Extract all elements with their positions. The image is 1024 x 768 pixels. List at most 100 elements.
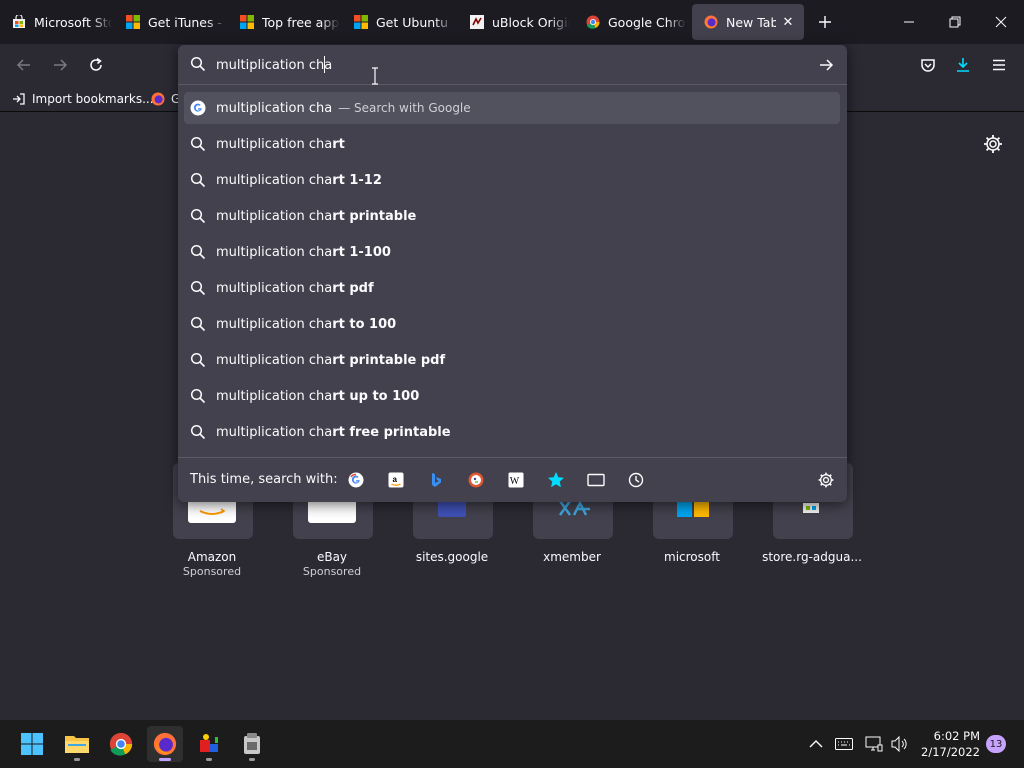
engine-bing-button[interactable] [426, 470, 446, 490]
tab-title: Top free apps [262, 14, 340, 30]
top-site-sponsored: Sponsored [302, 565, 362, 578]
tab-get-ubuntu[interactable]: Get Ubuntu - [342, 0, 454, 44]
chrome-icon [109, 732, 133, 756]
history-icon [628, 472, 644, 488]
close-tab-icon[interactable]: ✕ [780, 14, 796, 30]
taskbar-chrome[interactable] [103, 726, 139, 762]
back-button[interactable] [9, 50, 39, 80]
top-site-sponsored: Sponsored [182, 565, 242, 578]
suggestion-item[interactable]: multiplication cha rt [184, 128, 840, 160]
app-menu-button[interactable] [984, 50, 1014, 80]
history-search-button[interactable] [626, 470, 646, 490]
speaker-icon [891, 736, 907, 752]
suggestion-item[interactable]: multiplication cha rt 1-100 [184, 236, 840, 268]
engine-amazon-button[interactable]: a [386, 470, 406, 490]
top-site-label: xmember [543, 550, 601, 564]
running-indicator [206, 758, 212, 761]
ms-logo-icon [354, 15, 368, 29]
taskbar-app-installer[interactable] [234, 726, 270, 762]
personalize-button[interactable] [982, 133, 1004, 155]
ms-store-icon [12, 13, 26, 29]
top-site-label: microsoft [664, 550, 720, 564]
top-site-label: store.rg-adgua... [762, 550, 862, 564]
suggestion-typed: multiplication cha [216, 424, 333, 440]
suggestion-item[interactable]: multiplication cha rt to 100 [184, 308, 840, 340]
running-indicator [249, 758, 255, 761]
suggestion-typed: multiplication cha [216, 244, 333, 260]
game-app-icon [200, 734, 218, 752]
top-site-label: Amazon [187, 550, 237, 564]
engine-duckduckgo-button[interactable] [466, 470, 486, 490]
ublock-icon [470, 15, 484, 29]
search-icon [190, 172, 206, 188]
taskbar-firefox[interactable] [147, 726, 183, 762]
volume-tray-button[interactable] [890, 734, 910, 754]
taskbar-file-explorer[interactable] [59, 726, 95, 762]
bookmarks-star-icon [548, 472, 564, 488]
engine-google-button[interactable] [346, 470, 366, 490]
suggestion-completion: rt 1-100 [332, 244, 391, 260]
forward-button[interactable] [45, 50, 75, 80]
clock[interactable]: 6:02 PM 2/17/2022 [914, 728, 980, 760]
suggestion-typed: multiplication cha [216, 208, 333, 224]
pocket-button[interactable] [913, 50, 943, 80]
microsoft-logo [677, 501, 709, 517]
gear-icon [984, 135, 1002, 153]
notification-badge[interactable]: 13 [986, 735, 1006, 753]
url-input[interactable] [216, 55, 776, 75]
tab-title: Get iTunes - M [148, 14, 226, 30]
tab-microsoft-store[interactable]: Microsoft Sto [0, 0, 112, 44]
close-window-button[interactable] [978, 0, 1024, 44]
tabs-search-button[interactable] [586, 470, 606, 490]
minimize-icon [904, 21, 914, 23]
folder-icon [65, 736, 89, 753]
svg-text:W: W [510, 476, 520, 487]
show-hidden-icons-button[interactable] [806, 734, 826, 754]
tab-title: uBlock Origin [492, 14, 570, 30]
duckduckgo-icon [468, 472, 484, 488]
tab-google-chrome[interactable]: Google Chron [574, 0, 686, 44]
suggestion-item[interactable]: multiplication cha rt printable [184, 200, 840, 232]
tab-get-itunes[interactable]: Get iTunes - M [114, 0, 226, 44]
reload-button[interactable] [81, 50, 111, 80]
search-icon [190, 352, 206, 368]
suggestion-item[interactable]: multiplication cha rt 1-12 [184, 164, 840, 196]
suggestion-item[interactable]: multiplication cha rt free printable [184, 416, 840, 448]
search-settings-button[interactable] [816, 470, 836, 490]
import-bookmarks-item[interactable]: Import bookmarks... [12, 90, 154, 108]
search-icon [190, 208, 206, 224]
sites-google-logo [438, 501, 466, 517]
tab-ublock-origin[interactable]: uBlock Origin [458, 0, 570, 44]
google-icon [348, 472, 364, 488]
taskbar-app-game[interactable] [191, 726, 227, 762]
tab-top-free-apps[interactable]: Top free apps [228, 0, 340, 44]
search-icon [190, 280, 206, 296]
reload-icon [90, 57, 102, 71]
suggestion-search-with-google[interactable]: multiplication cha — Search with Google [184, 92, 840, 124]
suggestion-typed: multiplication cha [216, 280, 333, 296]
minimize-button[interactable] [886, 0, 932, 44]
chevron-up-icon [809, 740, 823, 748]
suggestion-item[interactable]: multiplication cha rt pdf [184, 272, 840, 304]
engine-wikipedia-button[interactable]: W [506, 470, 526, 490]
suggestion-item[interactable]: multiplication cha rt up to 100 [184, 380, 840, 412]
new-tab-button[interactable] [806, 0, 844, 44]
downloads-button[interactable] [948, 50, 978, 80]
bookmarks-search-button[interactable] [546, 470, 566, 490]
suggestion-completion: rt [332, 136, 345, 152]
tab-title: Google Chron [608, 14, 686, 30]
start-button[interactable] [14, 726, 50, 762]
plus-icon [819, 16, 831, 28]
tab-strip: Microsoft Sto Get iTunes - M Top free ap… [0, 0, 1024, 44]
suggestion-item[interactable]: multiplication cha rt printable pdf [184, 344, 840, 376]
active-indicator [159, 758, 171, 761]
tab-new-tab[interactable]: New Tab ✕ [692, 4, 804, 40]
restore-button[interactable] [932, 0, 978, 44]
installer-icon [244, 733, 260, 754]
go-arrow-icon[interactable] [818, 57, 834, 73]
bing-icon [432, 473, 441, 487]
keyboard-tray-button[interactable] [834, 734, 854, 754]
suggestion-completion: rt pdf [332, 280, 374, 296]
bookmark-item-firefox[interactable]: G [151, 90, 180, 108]
network-tray-button[interactable] [864, 734, 884, 754]
